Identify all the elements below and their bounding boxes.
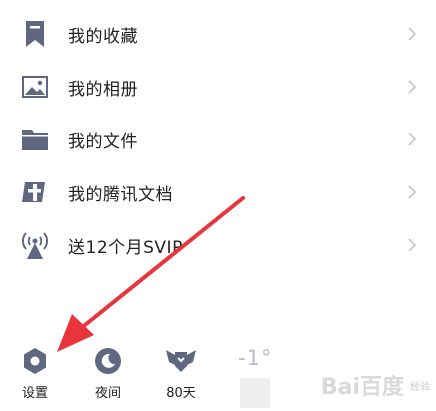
- menu-item-label: 我的相册: [68, 79, 138, 100]
- menu-item-label: 我的腾讯文档: [68, 184, 173, 205]
- weather-temperature[interactable]: -1°: [238, 346, 272, 370]
- watermark-sub: 经验: [410, 381, 430, 393]
- folder-icon: [20, 124, 50, 154]
- menu-item-tencent-docs[interactable]: 我的腾讯文档: [0, 166, 436, 218]
- image-icon: [20, 72, 50, 102]
- menu-item-svip[interactable]: 送12个月SVIP: [0, 219, 436, 271]
- baidu-watermark: Bai百度 经验: [321, 369, 430, 401]
- night-mode-button[interactable]: 夜间: [78, 330, 138, 411]
- chevron-right-icon: [406, 79, 418, 95]
- days-button[interactable]: 80天: [151, 330, 211, 411]
- chevron-right-icon: [406, 131, 418, 147]
- settings-label: 设置: [21, 386, 48, 401]
- moon-icon: [93, 346, 123, 376]
- watermark-text: Bai百度: [320, 375, 404, 400]
- winged-badge-icon: [166, 346, 196, 376]
- chevron-right-icon: [406, 237, 418, 253]
- menu-item-files[interactable]: 我的文件: [0, 113, 436, 165]
- night-label: 夜间: [94, 386, 121, 401]
- menu-item-label: 我的文件: [68, 131, 138, 152]
- settings-button[interactable]: 设置: [5, 330, 65, 411]
- menu-item-label: 我的收藏: [68, 26, 138, 47]
- weather-icon: [240, 378, 270, 408]
- chevron-right-icon: [406, 26, 418, 42]
- days-label: 80天: [166, 386, 196, 401]
- menu-item-favorites[interactable]: 我的收藏: [0, 8, 436, 60]
- menu-item-label: 送12个月SVIP: [68, 237, 183, 258]
- chevron-right-icon: [406, 184, 418, 200]
- bookmark-icon: [20, 19, 50, 49]
- gear-icon: [20, 346, 50, 376]
- menu-item-album[interactable]: 我的相册: [0, 61, 436, 113]
- signal-tower-icon: [20, 230, 50, 260]
- tencent-docs-icon: [20, 177, 50, 207]
